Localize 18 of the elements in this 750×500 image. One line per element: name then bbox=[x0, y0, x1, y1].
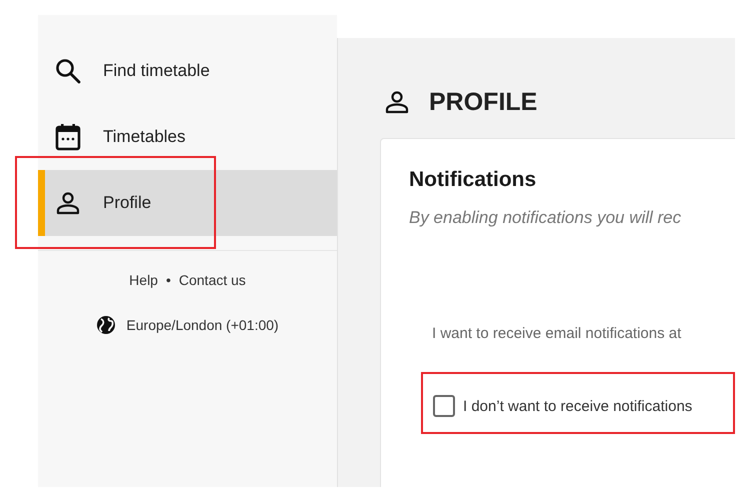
separator-dot: • bbox=[166, 271, 171, 289]
timezone-label: Europe/London (+01:00) bbox=[126, 317, 279, 333]
nav-item[interactable]: Timetables bbox=[38, 104, 337, 170]
calendar-icon bbox=[55, 123, 81, 151]
contact-link[interactable]: Contact us bbox=[178, 271, 246, 289]
page-title: PROFILE bbox=[429, 88, 538, 116]
nav-item[interactable]: Find timetable bbox=[38, 38, 337, 104]
nav-item[interactable]: Profile bbox=[38, 170, 337, 236]
email-label: I want to receive email notifications at bbox=[432, 325, 682, 342]
checkbox[interactable] bbox=[433, 395, 455, 417]
person-icon bbox=[56, 191, 80, 215]
section-title: Notifications bbox=[409, 167, 538, 193]
profile-icon bbox=[385, 90, 409, 114]
globe-icon bbox=[96, 315, 116, 335]
checkbox-label: I don’t want to receive notifications bbox=[463, 398, 692, 414]
help-link[interactable]: Help bbox=[129, 271, 158, 289]
search-icon bbox=[55, 58, 81, 84]
description-text: By enabling notifications you will rec bbox=[409, 207, 682, 229]
